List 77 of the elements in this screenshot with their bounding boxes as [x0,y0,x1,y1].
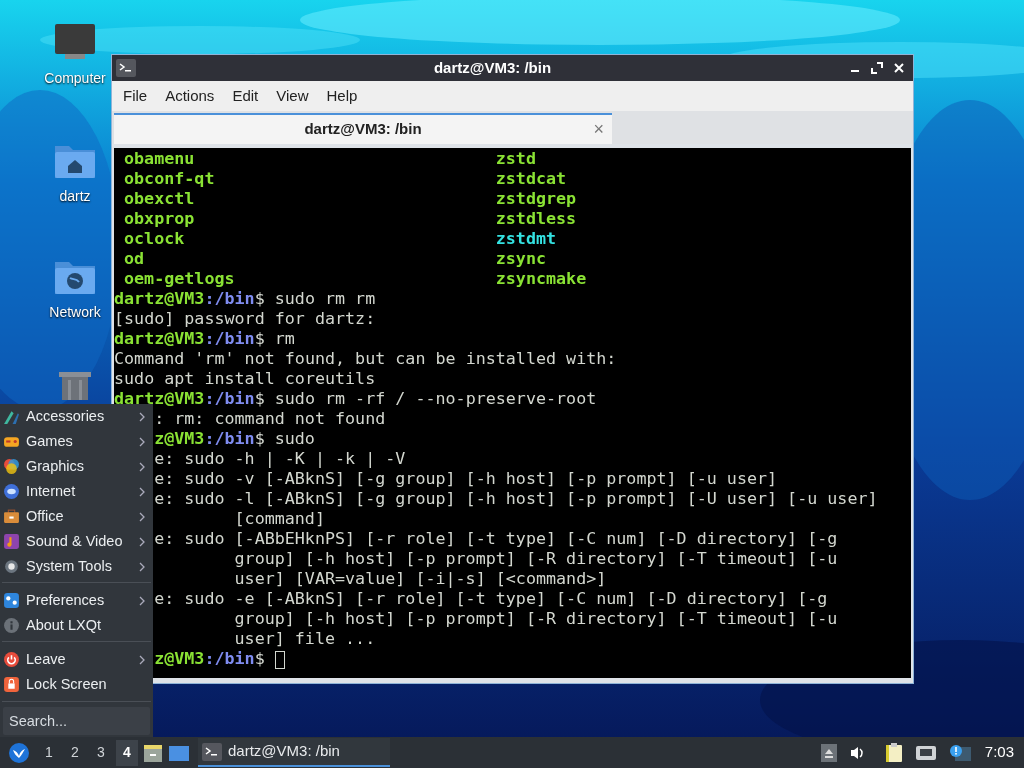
network-port-icon[interactable] [914,744,937,761]
desktop-switch-button[interactable]: 4 [116,739,138,766]
output-line: e: sudo -h | -K | -k | -V [154,448,406,468]
desktop-icon-label[interactable]: Network [49,302,101,323]
globe-icon [3,483,20,500]
desktop-switch-button[interactable]: 2 [64,739,86,766]
menu-entry[interactable]: System Tools [0,554,153,579]
desktop-switch-button[interactable]: 3 [90,739,112,766]
file-name: zstdless [495,208,577,228]
output-line: sudo apt install coreutils [114,368,376,388]
menu-entry[interactable]: Preferences [0,588,153,613]
file-name: obxprop [124,208,195,228]
output-line: e: sudo -e [-ABknS] [-r role] [-t type] [-C num] [-D directory] [-g [154,588,828,608]
menu-entry[interactable]: About LXQt [0,613,153,638]
monitor-icon [53,22,97,62]
lock-icon [3,676,20,693]
sliders-icon [3,592,20,609]
output-line: e: sudo [-ABbEHknPS] [-r role] [-t type] [-C num] [-D directory] [-g [154,528,838,548]
clipboard-icon[interactable] [884,742,903,763]
tab[interactable]: dartz@VM3: /bin × [114,113,612,144]
file-name: zstd [495,148,536,168]
output-line: group] [-h host] [-p prompt] [-R directory] [-T timeout] [-u [234,608,838,628]
color-wheel-icon [3,458,20,475]
file-name: zsyncmake [495,268,587,288]
file-name: zsync [495,248,546,268]
desktop-switch-button[interactable]: 1 [38,739,60,766]
prompt-line: z@VM3:/bin$ [154,648,265,668]
output-line: user] file ... [234,628,376,648]
prompt-line: dartz@VM3:/bin$ rm [114,328,295,348]
menu-item[interactable]: Edit [223,84,268,108]
task-button[interactable]: dartz@VM3: /bin [198,738,390,767]
file-name: obexctl [124,188,195,208]
speaker-icon[interactable] [848,744,865,761]
file-name: zstdcat [495,168,567,188]
file-name: od [124,248,145,268]
file-name: zstdmt [495,228,557,248]
desktop-icon-label[interactable]: dartz [59,186,91,207]
power-icon [3,651,20,668]
output-line: user] [VAR=value] [-i|-s] [<command>] [234,568,607,588]
menu-entry[interactable]: Leave [0,647,153,672]
menu-item[interactable]: Actions [156,84,224,108]
tab-close-button[interactable]: × [593,116,604,143]
prompt-line: dartz@VM3:/bin$ sudo rm rm [114,288,376,308]
music-note-icon [3,533,20,550]
output-line: [sudo] password for dartz: [114,308,376,328]
menu-entry[interactable]: Sound & Video [0,529,153,554]
menu-item[interactable]: Help [317,84,367,108]
menu-item[interactable]: View [267,84,318,108]
info-icon [3,617,20,634]
file-name: oem-getlogs [124,268,235,288]
file-name: zstdgrep [495,188,577,208]
window-title: dartz@VM3: /bin [432,57,553,78]
menu-entry[interactable]: Graphics [0,454,153,479]
output-line: : rm: command not found [154,408,386,428]
output-line: [command] [234,508,325,528]
eject-icon[interactable] [820,743,837,762]
menu-item[interactable]: File [114,84,157,108]
output-line: Command 'rm' not found, but can be installed with: [114,348,617,368]
menu-entry[interactable]: Office [0,504,153,529]
notification-icon[interactable] [948,743,971,762]
file-name: oclock [124,228,185,248]
menu-entry[interactable]: Lock Screen [0,672,153,697]
output-line: e: sudo -l [-ABknS] [-g group] [-h host] [-p prompt] [-U user] [-u user] [154,488,878,508]
output-line: group] [-h host] [-p prompt] [-R directory] [-T timeout] [-u [234,548,838,568]
menu-entry[interactable]: Games [0,429,153,454]
file-name: obamenu [124,148,195,168]
terminal-icon [116,59,136,77]
terminal-icon [202,742,222,761]
restore-icon[interactable] [871,62,883,74]
close-icon[interactable] [893,62,905,74]
menu-entry[interactable]: Internet [0,479,153,504]
prompt-line: z@VM3:/bin$ sudo [154,428,315,448]
file-name: obconf-qt [124,168,215,188]
output-line: e: sudo -v [-ABknS] [-g group] [-h host] [-p prompt] [-u user] [154,468,778,488]
clock[interactable]: 7:03 [980,741,1020,764]
search-field[interactable]: Search... [3,707,150,735]
briefcase-icon [3,508,20,525]
